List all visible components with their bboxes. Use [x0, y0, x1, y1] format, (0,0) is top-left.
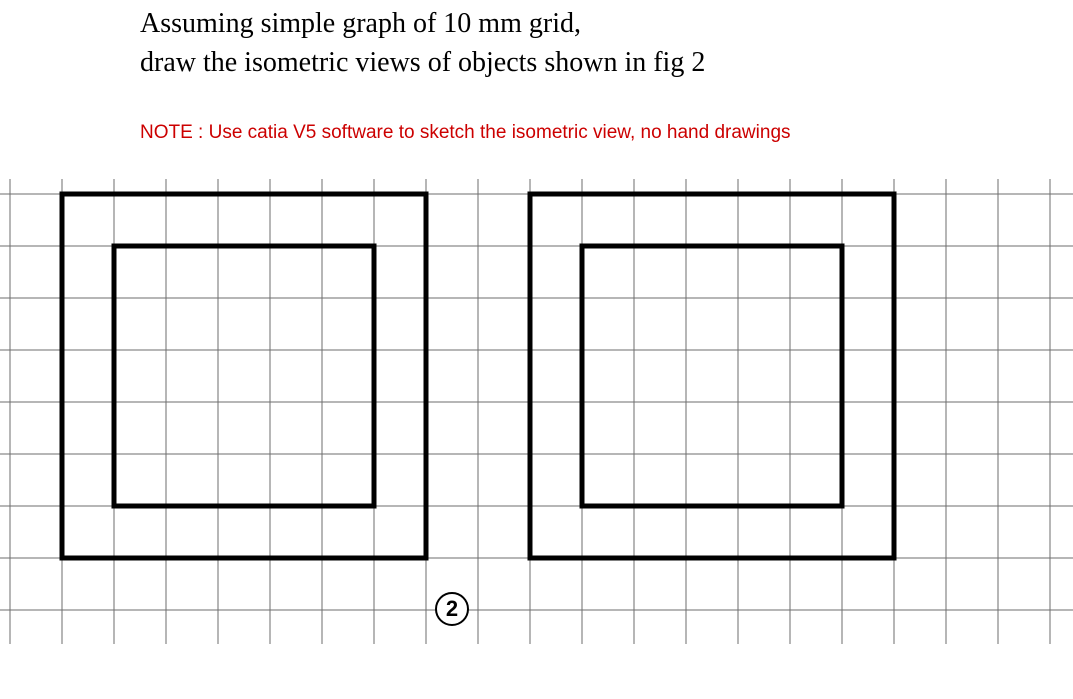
- prompt-line-2: draw the isometric views of objects show…: [140, 43, 1073, 82]
- orthographic-drawing: [0, 164, 1073, 644]
- side-view-inner: [582, 246, 842, 506]
- front-view-outer: [62, 194, 426, 558]
- front-view-inner: [114, 246, 374, 506]
- note-text: NOTE : Use catia V5 software to sketch t…: [140, 122, 1073, 144]
- prompt-line-1: Assuming simple graph of 10 mm grid,: [140, 4, 1073, 43]
- side-view-outer: [530, 194, 894, 558]
- drawing-area: 2: [0, 164, 1073, 644]
